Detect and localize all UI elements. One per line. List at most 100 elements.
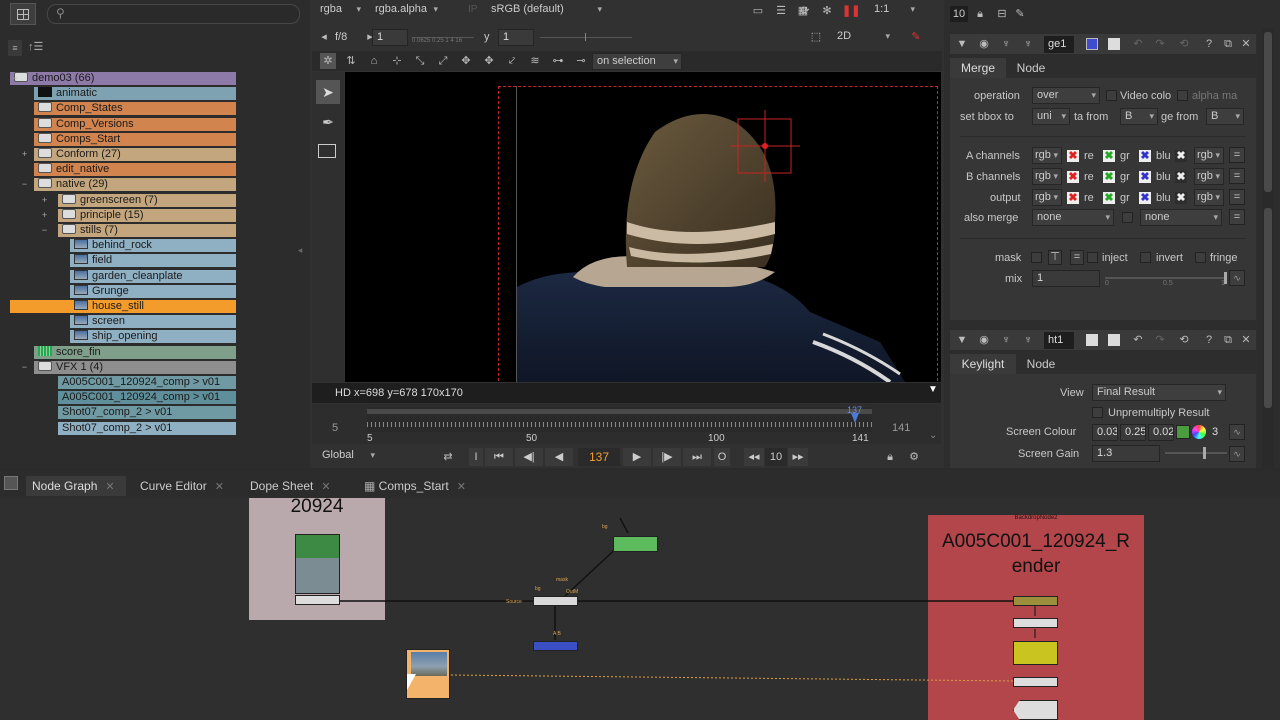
mask-checkbox[interactable]: [1031, 252, 1042, 263]
merge-node[interactable]: [533, 596, 578, 606]
tab-comps-start[interactable]: ▦ Comps_Start ✕: [358, 476, 470, 496]
tree-item[interactable]: ship_opening: [70, 330, 236, 344]
a-channels-alpha-toggle-icon[interactable]: ✖: [1175, 150, 1187, 162]
metadata-from-dropdown[interactable]: B: [1120, 108, 1158, 125]
tool-7-icon[interactable]: ✥: [458, 53, 474, 69]
timeline-end-field[interactable]: 141: [892, 422, 910, 434]
keylight-revert-icon[interactable]: ⟲: [1176, 332, 1192, 348]
tree-item[interactable]: house_still: [10, 300, 236, 313]
tree-item[interactable]: Comp_States: [34, 102, 236, 116]
rectangle-tool-icon[interactable]: [318, 144, 336, 158]
transform-tool-icon[interactable]: ⇅: [343, 53, 359, 69]
tab-dope-sheet[interactable]: Dope Sheet ✕: [244, 476, 344, 496]
tab-merge[interactable]: Merge: [950, 58, 1006, 78]
invert-checkbox[interactable]: [1140, 252, 1151, 263]
tool-10-icon[interactable]: ≋: [527, 53, 543, 69]
tree-item[interactable]: Shot07_comp_2 > v01: [58, 421, 236, 435]
tree-item[interactable]: animatic: [34, 87, 236, 101]
viewer-canvas[interactable]: [345, 72, 941, 382]
mix-animation-button[interactable]: ∿: [1229, 270, 1245, 286]
info-menu-icon[interactable]: ▼: [928, 384, 938, 395]
collapse-icon[interactable]: −: [20, 362, 29, 372]
play-forward-button[interactable]: ▶: [623, 448, 651, 466]
a-channels-blue-toggle-icon[interactable]: ✖: [1139, 150, 1151, 162]
keylight-viewer-icon[interactable]: ◉: [976, 332, 992, 348]
colorspace-dropdown[interactable]: sRGB (default): [487, 2, 605, 19]
merge-info-icon[interactable]: ♆: [1020, 36, 1036, 52]
gamma-field[interactable]: 1: [498, 29, 534, 46]
panel-menu-button[interactable]: [10, 3, 36, 25]
merge-close-icon[interactable]: ✕: [1238, 36, 1254, 52]
b-channels-dropdown[interactable]: rgb: [1032, 168, 1062, 185]
timeline-track[interactable]: 137: [367, 405, 872, 432]
merge-float-icon[interactable]: ⧉: [1220, 36, 1236, 52]
output-blue-toggle-icon[interactable]: ✖: [1139, 192, 1151, 204]
screen-gain-slider[interactable]: [1165, 445, 1227, 463]
close-icon[interactable]: ✕: [457, 481, 466, 493]
settings-gear-icon[interactable]: ✲: [320, 53, 336, 69]
tool-4-icon[interactable]: ⊹: [389, 53, 405, 69]
screen-colour-animation-button[interactable]: ∿: [1229, 424, 1245, 440]
inject-checkbox[interactable]: [1087, 252, 1098, 263]
sort-icon[interactable]: ↑☰: [28, 38, 46, 56]
collapse-icon[interactable]: −: [10, 74, 19, 83]
screen-gain-animation-button[interactable]: ∿: [1229, 446, 1245, 462]
tree-item[interactable]: Conform (27): [34, 148, 236, 161]
collapse-icon[interactable]: −: [40, 226, 49, 235]
mix-slider[interactable]: 0 0.5 1: [1105, 270, 1227, 288]
tree-item[interactable]: demo03 (66): [10, 72, 236, 85]
in-point-button[interactable]: I: [469, 448, 483, 466]
output-green-toggle-icon[interactable]: ✖: [1103, 192, 1115, 204]
global-range-dropdown[interactable]: Global: [318, 448, 378, 465]
list-icon[interactable]: ☰: [773, 3, 789, 19]
pause-icon[interactable]: ❚❚: [842, 3, 860, 19]
gain-slider[interactable]: 0.0625 0.25 1 4 16: [412, 29, 474, 46]
view-dropdown[interactable]: Final Result: [1092, 384, 1226, 401]
merge-redo-icon[interactable]: ↷: [1152, 36, 1168, 52]
panel-divider-left[interactable]: ◂: [294, 70, 306, 430]
loop-mode-icon[interactable]: ⇄: [440, 449, 456, 465]
close-icon[interactable]: ✕: [215, 481, 224, 493]
a-channels-dropdown[interactable]: rgb: [1032, 147, 1062, 164]
tree-item[interactable]: principle (15): [58, 208, 236, 222]
view-mode-toggle[interactable]: ≡: [8, 40, 22, 56]
tree-item[interactable]: VFX 1 (4): [34, 360, 236, 374]
a-channels-red-toggle-icon[interactable]: ✖: [1067, 150, 1079, 162]
merge-node-name-field[interactable]: ge1: [1044, 36, 1074, 53]
tree-item[interactable]: A005C001_120924_comp > v01: [58, 391, 236, 405]
screen-gain-field[interactable]: 1.3: [1092, 445, 1160, 462]
merge-node-icon[interactable]: ♆: [998, 36, 1014, 52]
previous-keyframe-button[interactable]: ◀|: [515, 448, 543, 466]
a-channels-green-toggle-icon[interactable]: ✖: [1103, 150, 1115, 162]
tab-keylight[interactable]: Keylight: [950, 354, 1016, 374]
expand-icon[interactable]: ⌄: [929, 430, 937, 441]
tab-node-graph[interactable]: Node Graph ✕: [26, 476, 126, 496]
tree-item[interactable]: score_fin: [34, 345, 236, 359]
merge-undo-icon[interactable]: ↶: [1130, 36, 1146, 52]
also-merge-dropdown-2[interactable]: none: [1140, 209, 1222, 226]
video-colors-checkbox[interactable]: [1106, 90, 1117, 101]
lock-panels-icon[interactable]: 🔒︎: [972, 6, 988, 22]
pane-menu-icon[interactable]: [4, 476, 18, 490]
merge-revert-icon[interactable]: ⟲: [1176, 36, 1192, 52]
clear-panels-icon[interactable]: ⊟: [994, 6, 1010, 22]
tree-item[interactable]: Shot07_comp_2 > v01: [58, 406, 236, 420]
output-dropdown[interactable]: rgb: [1032, 189, 1062, 206]
alpha-channel-dropdown[interactable]: rgba.alpha: [371, 2, 441, 19]
output-alpha-toggle-icon[interactable]: ✖: [1175, 192, 1187, 204]
refresh-icon[interactable]: ⟳: [797, 3, 813, 19]
also-merge-dropdown-1[interactable]: none: [1032, 209, 1114, 226]
range-from-dropdown[interactable]: B: [1206, 108, 1244, 125]
also-merge-equals-button[interactable]: =: [1229, 209, 1245, 225]
node-graph-canvas[interactable]: 20924 BackdropNode2 A005C001_120924_R en…: [0, 498, 1280, 720]
max-panels-field[interactable]: 10: [950, 6, 968, 22]
project-search-input[interactable]: ⚲: [47, 4, 300, 24]
play-backward-button[interactable]: ◀: [545, 448, 573, 466]
tree-item[interactable]: garden_cleanplate: [70, 269, 236, 283]
tree-item[interactable]: behind_rock: [70, 239, 236, 253]
collapse-keylight-icon[interactable]: ▼: [954, 332, 970, 348]
tree-item[interactable]: native (29): [34, 178, 236, 192]
fringe-checkbox[interactable]: [1195, 252, 1206, 263]
out-point-button[interactable]: O: [714, 448, 730, 466]
lock-tool-icon[interactable]: ⌂: [366, 53, 382, 69]
